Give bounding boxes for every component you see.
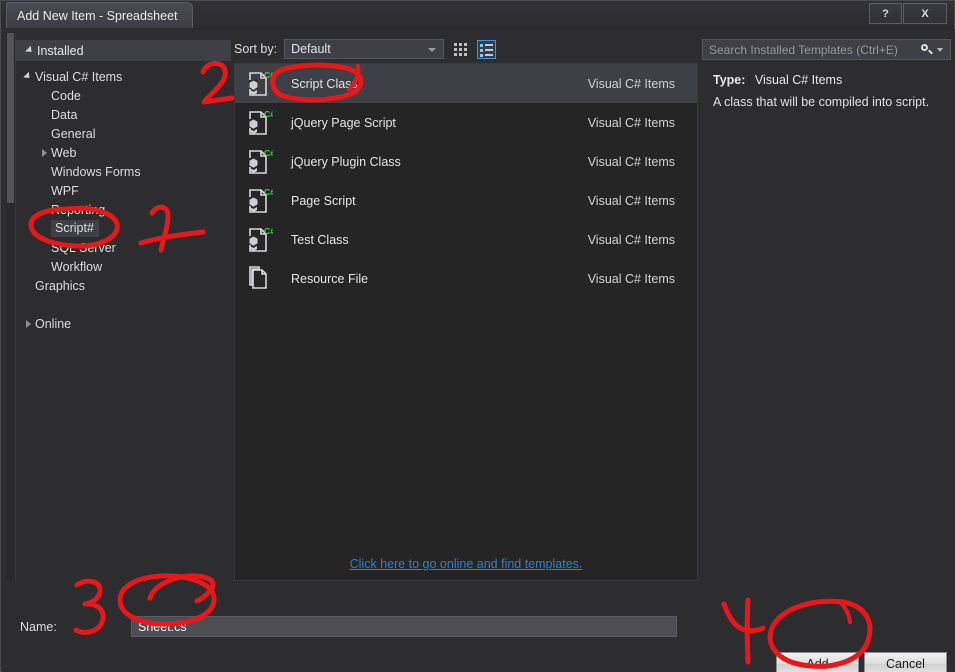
tree-node-general[interactable]: General bbox=[15, 124, 231, 143]
tree-node-reporting[interactable]: Reporting bbox=[15, 200, 231, 219]
chevron-down-icon bbox=[428, 48, 437, 52]
tree-node-label: Web bbox=[51, 145, 77, 160]
template-name: jQuery Page Script bbox=[291, 115, 396, 130]
csharp-script-file-icon: C# bbox=[247, 147, 275, 177]
add-button[interactable]: Add bbox=[776, 652, 859, 672]
template-row[interactable]: C# jQuery Plugin Class Visual C# Items bbox=[235, 142, 697, 181]
template-row[interactable]: C# Script Class Visual C# Items bbox=[235, 64, 697, 103]
tree-node-list: Visual C# Items Code Data General Web Windows… bbox=[15, 67, 231, 333]
tree-node-label: Online bbox=[35, 316, 72, 331]
details-panel: Type: Visual C# Items A class that will … bbox=[702, 33, 951, 581]
template-category: Visual C# Items bbox=[587, 271, 675, 286]
svg-text:C#: C# bbox=[264, 109, 273, 119]
template-row[interactable]: C# Test Class Visual C# Items bbox=[235, 220, 697, 259]
template-row[interactable]: Resource File Visual C# Items bbox=[235, 259, 697, 298]
template-row[interactable]: C# jQuery Page Script Visual C# Items bbox=[235, 103, 697, 142]
tree-node-scriptsharp[interactable]: Script# bbox=[15, 219, 231, 238]
svg-text:C#: C# bbox=[264, 70, 273, 80]
tree-node-label: SQL Server bbox=[51, 240, 116, 255]
tree-node-label: Graphics bbox=[35, 278, 86, 293]
name-input[interactable] bbox=[131, 616, 677, 637]
template-category: Visual C# Items bbox=[587, 115, 675, 130]
help-button[interactable]: ? bbox=[869, 3, 902, 24]
search-box[interactable] bbox=[702, 39, 951, 60]
title-bar: Add New Item - Spreadsheet ? X bbox=[1, 1, 954, 29]
template-list: C# Script Class Visual C# Items C# jQuery Pa… bbox=[234, 63, 698, 581]
svg-text:C#: C# bbox=[264, 187, 273, 197]
detail-description: A class that will be compiled into scrip… bbox=[713, 95, 930, 109]
tree-node-label: General bbox=[51, 126, 96, 141]
tree-node-windows-forms[interactable]: Windows Forms bbox=[15, 162, 231, 181]
tree-header-label: Installed bbox=[37, 43, 84, 58]
template-category: Visual C# Items bbox=[587, 76, 675, 91]
template-row[interactable]: C# Page Script Visual C# Items bbox=[235, 181, 697, 220]
tree-node-label: Windows Forms bbox=[51, 164, 141, 179]
tree-node-spacer bbox=[15, 295, 231, 314]
detail-type-label: Type: bbox=[713, 73, 746, 87]
cancel-button[interactable]: Cancel bbox=[864, 652, 947, 672]
name-row: Name: bbox=[2, 614, 955, 644]
tree-node-workflow[interactable]: Workflow bbox=[15, 257, 231, 276]
dialog-body: Installed Visual C# Items Code Data General… bbox=[2, 29, 955, 672]
window-controls: ? X bbox=[869, 3, 947, 24]
detail-type-value: Visual C# Items bbox=[754, 73, 843, 87]
svg-text:C#: C# bbox=[264, 148, 273, 158]
csharp-script-file-icon: C# bbox=[247, 69, 275, 99]
tree-node-label: WPF bbox=[51, 183, 79, 198]
template-name: jQuery Plugin Class bbox=[291, 154, 401, 169]
sort-by-value: Default bbox=[291, 42, 331, 56]
template-name: Resource File bbox=[291, 271, 369, 286]
tree-header-installed[interactable]: Installed bbox=[15, 40, 231, 61]
magnifier-icon[interactable] bbox=[919, 42, 935, 58]
chevron-down-icon[interactable] bbox=[937, 47, 943, 52]
tree-node-wpf[interactable]: WPF bbox=[15, 181, 231, 200]
sort-toolbar: Sort by: Default bbox=[234, 37, 698, 61]
template-name: Script Class bbox=[291, 76, 358, 91]
csharp-script-file-icon: C# bbox=[247, 225, 275, 255]
svg-text:C#: C# bbox=[264, 226, 273, 236]
name-label: Name: bbox=[20, 620, 57, 634]
template-name: Page Script bbox=[291, 193, 356, 208]
tree-node-label: Data bbox=[51, 107, 78, 122]
template-name: Test Class bbox=[291, 232, 349, 247]
tree-node-graphics[interactable]: Graphics bbox=[15, 276, 231, 295]
template-details: Type: Visual C# Items A class that will … bbox=[713, 73, 943, 110]
tree-node-visual-csharp-items[interactable]: Visual C# Items bbox=[15, 67, 231, 86]
chevron-right-icon[interactable] bbox=[21, 319, 35, 328]
tree-node-online[interactable]: Online bbox=[15, 314, 231, 333]
sort-by-dropdown[interactable]: Default bbox=[284, 39, 445, 59]
tree-node-label: Script# bbox=[51, 220, 99, 237]
tree-node-label: Reporting bbox=[51, 202, 106, 217]
tree-node-label: Workflow bbox=[51, 259, 103, 274]
window-frame: Add New Item - Spreadsheet ? X Installed… bbox=[0, 0, 955, 672]
chevron-down-icon[interactable] bbox=[21, 71, 35, 81]
tree-node-code[interactable]: Code bbox=[15, 86, 231, 105]
online-templates-link[interactable]: Click here to go online and find templat… bbox=[234, 557, 698, 571]
installed-tree-panel: Installed Visual C# Items Code Data General… bbox=[6, 33, 231, 581]
resource-file-icon bbox=[247, 264, 273, 294]
detail-type-row: Type: Visual C# Items bbox=[713, 73, 943, 87]
tree-scrollbar-thumb[interactable] bbox=[7, 33, 14, 203]
template-category: Visual C# Items bbox=[587, 193, 675, 208]
add-new-item-dialog: Add New Item - Spreadsheet ? X Installed… bbox=[0, 0, 955, 672]
csharp-script-file-icon: C# bbox=[247, 108, 275, 138]
close-button[interactable]: X bbox=[903, 3, 947, 24]
grid-view-icon[interactable] bbox=[451, 40, 470, 59]
template-category: Visual C# Items bbox=[587, 154, 675, 169]
tree-node-label: Visual C# Items bbox=[35, 69, 123, 84]
list-view-icon[interactable] bbox=[477, 39, 497, 59]
chevron-right-icon[interactable] bbox=[37, 148, 51, 157]
search-input[interactable] bbox=[703, 41, 919, 58]
tree-node-data[interactable]: Data bbox=[15, 105, 231, 124]
chevron-down-icon bbox=[23, 45, 37, 55]
template-category: Visual C# Items bbox=[587, 232, 675, 247]
sort-by-label: Sort by: bbox=[234, 42, 278, 56]
window-title: Add New Item - Spreadsheet bbox=[6, 2, 193, 28]
csharp-script-file-icon: C# bbox=[247, 186, 275, 216]
templates-panel: Sort by: Default C#Script ClassVisual bbox=[234, 33, 698, 581]
tree-node-web[interactable]: Web bbox=[15, 143, 231, 162]
tree-node-sql-server[interactable]: SQL Server bbox=[15, 238, 231, 257]
tree-node-label: Code bbox=[51, 88, 81, 103]
